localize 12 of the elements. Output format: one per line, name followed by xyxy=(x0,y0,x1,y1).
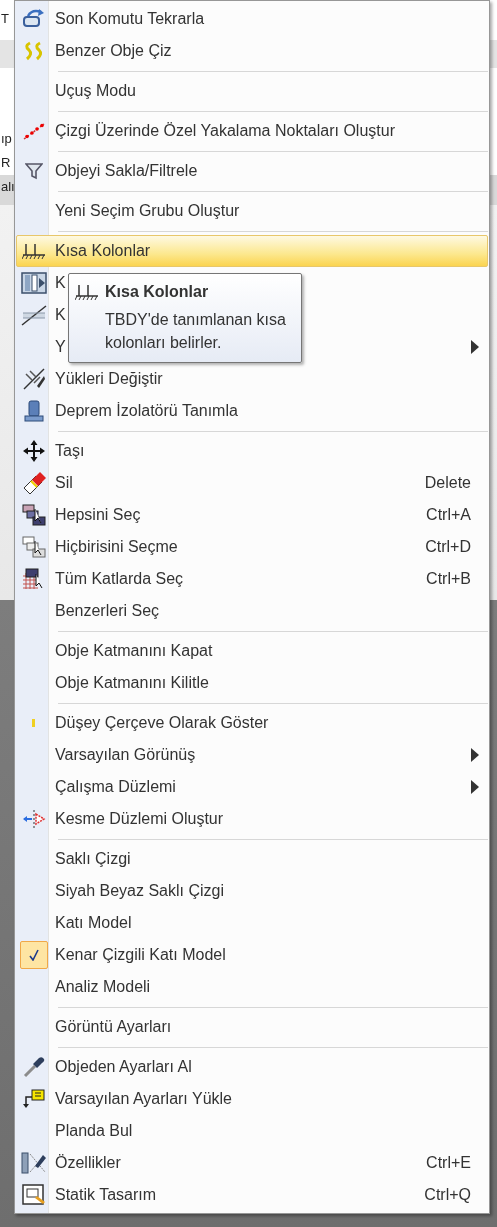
shortcut-text: Ctrl+E xyxy=(426,1153,472,1173)
tooltip-title: Kısa Kolonlar xyxy=(105,282,209,302)
background-text: R xyxy=(1,156,11,169)
tooltip-text: TBDY'de tanımlanan kısa kolonları belirler. xyxy=(104,310,287,354)
shortcut-text: Ctrl+B xyxy=(426,569,472,589)
background-text: T xyxy=(1,12,9,25)
background-text: ıp xyxy=(1,132,12,145)
background-text: alı xyxy=(1,180,15,193)
shortcut-text: Ctrl+A xyxy=(426,505,472,525)
shortcut-text: Delete xyxy=(424,473,472,493)
shortcut-text: Ctrl+D xyxy=(425,537,472,557)
shortcut-text: Ctrl+Q xyxy=(424,1185,472,1205)
